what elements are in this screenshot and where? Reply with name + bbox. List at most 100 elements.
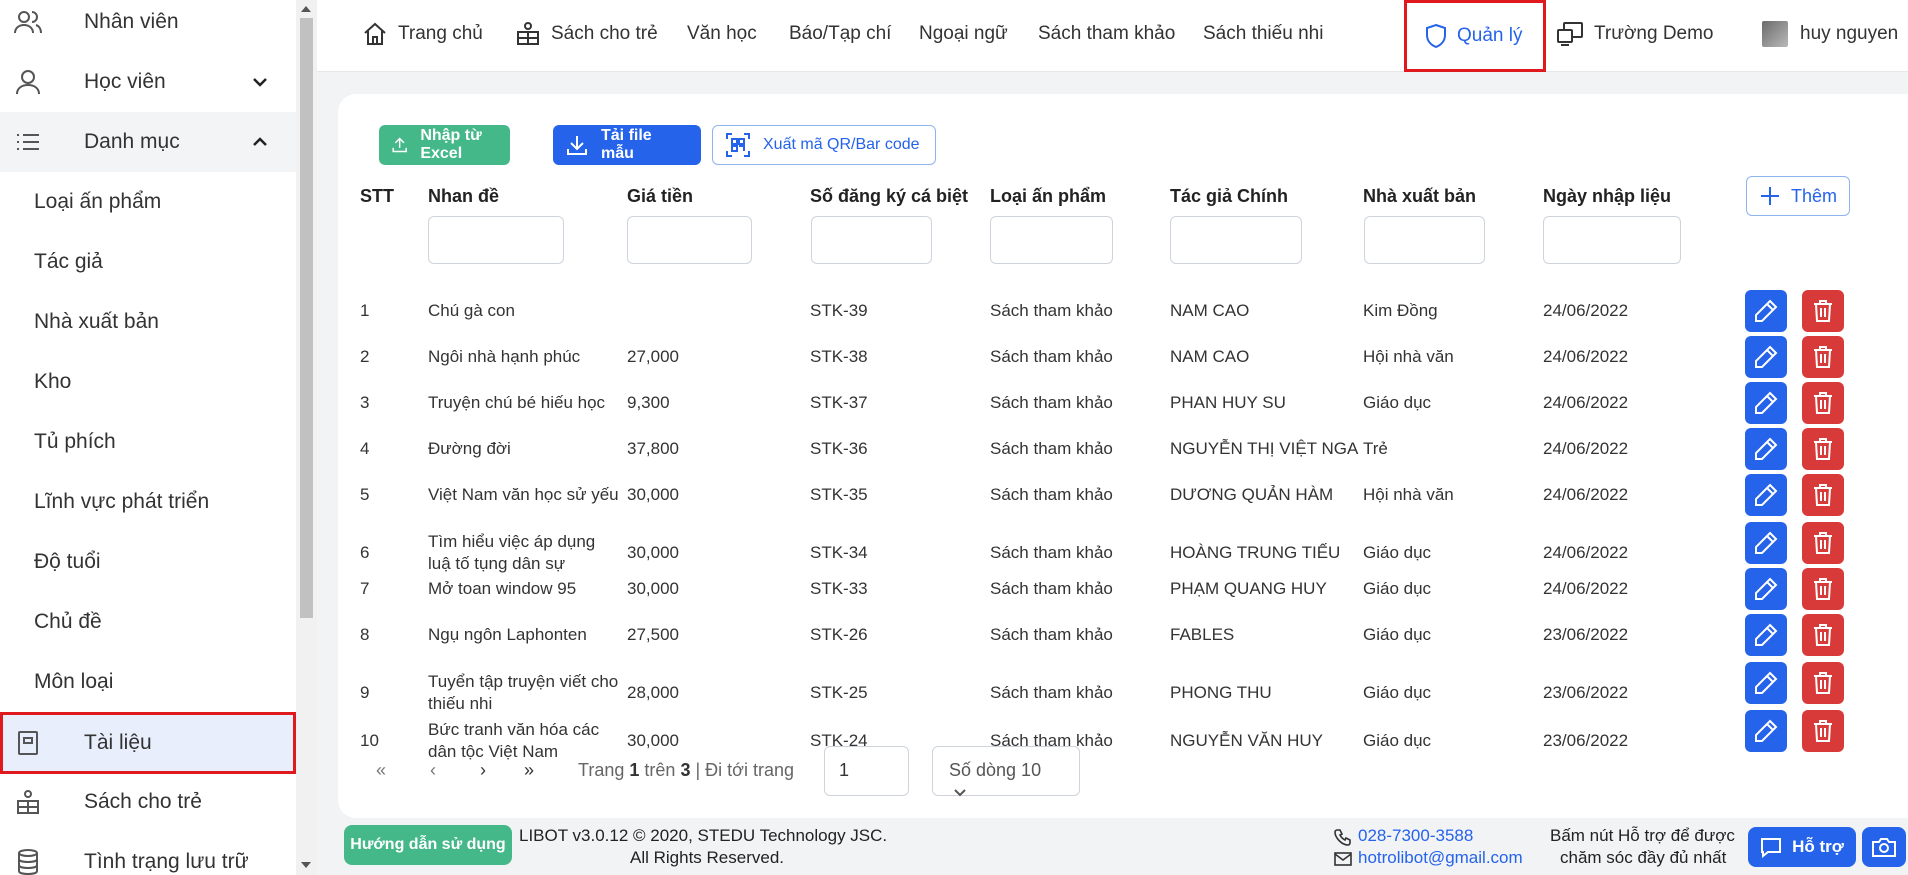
edit-button[interactable] bbox=[1745, 614, 1787, 656]
edit-button[interactable] bbox=[1745, 428, 1787, 470]
edit-button[interactable] bbox=[1745, 568, 1787, 610]
filter-price-input[interactable] bbox=[627, 216, 752, 264]
row-publisher: Kim Đồng bbox=[1363, 301, 1438, 320]
nav-foreign-language[interactable]: Ngoại ngữ bbox=[919, 0, 1008, 68]
nav-reference[interactable]: Sách tham khảo bbox=[1038, 0, 1175, 68]
sidebar-item-kids-books[interactable]: Sách cho trẻ bbox=[0, 772, 296, 832]
nav-home[interactable]: Trang chủ bbox=[362, 0, 483, 68]
rows-per-page-select[interactable]: Số dòng 10 bbox=[932, 746, 1080, 797]
row-publisher: Giáo dục bbox=[1363, 683, 1432, 702]
edit-button[interactable] bbox=[1745, 710, 1787, 752]
delete-button[interactable] bbox=[1802, 474, 1844, 516]
row-stt: 1 bbox=[360, 301, 370, 320]
delete-button[interactable] bbox=[1802, 382, 1844, 424]
sidebar-item-staff[interactable]: Nhân viên bbox=[0, 0, 296, 52]
column-header-author: Tác giả Chính bbox=[1170, 186, 1289, 206]
scroll-up-arrow-icon[interactable] bbox=[301, 6, 311, 12]
row-author: PHAN HUY SU bbox=[1170, 393, 1286, 412]
sidebar-item-students[interactable]: Học viên bbox=[0, 52, 296, 112]
trash-icon bbox=[1814, 624, 1832, 646]
edit-button[interactable] bbox=[1745, 662, 1787, 704]
table-row: 6 30,000 STK-34 Sách tham khảo HOÀNG TRUNG T… bbox=[0, 522, 1908, 577]
database-icon bbox=[14, 848, 42, 875]
total-pages: 3 bbox=[680, 760, 691, 780]
delete-button[interactable] bbox=[1802, 428, 1844, 470]
first-page-icon[interactable]: « bbox=[376, 760, 386, 781]
table-row: 9 28,000 STK-25 Sách tham khảo PHONG THU Giáo… bbox=[0, 662, 1908, 717]
nav-literature[interactable]: Văn học bbox=[687, 0, 757, 68]
nav-newspaper[interactable]: Báo/Tạp chí bbox=[789, 0, 891, 68]
delete-button[interactable] bbox=[1802, 710, 1844, 752]
edit-button[interactable] bbox=[1745, 382, 1787, 424]
prev-page-icon[interactable]: ‹ bbox=[430, 760, 436, 781]
edit-button[interactable] bbox=[1745, 336, 1787, 378]
filter-title-input[interactable] bbox=[428, 216, 564, 264]
table-row: 1 STK-39 Sách tham khảo NAM CAO Kim Đồng 24/0… bbox=[0, 290, 1908, 346]
help-button[interactable]: Hỗ trợ bbox=[1748, 827, 1856, 867]
row-stt: 3 bbox=[360, 393, 370, 412]
chevron-up-icon[interactable] bbox=[250, 132, 270, 152]
chevron-down-icon[interactable] bbox=[250, 72, 270, 92]
sidebar-item-label: Nhân viên bbox=[84, 10, 179, 33]
phone-contact[interactable]: 028-7300-3588 bbox=[1334, 826, 1473, 846]
help-text-2: chăm sóc đầy đủ nhất bbox=[1560, 848, 1727, 867]
row-registration: STK-39 bbox=[810, 301, 868, 320]
filter-entry-date-input[interactable] bbox=[1543, 216, 1681, 264]
delete-button[interactable] bbox=[1802, 568, 1844, 610]
sidebar-item-archive-status[interactable]: Tình trạng lưu trữ bbox=[0, 832, 296, 875]
last-page-icon[interactable]: » bbox=[524, 760, 534, 781]
row-registration: STK-26 bbox=[810, 625, 868, 644]
filter-author-input[interactable] bbox=[1170, 216, 1302, 264]
home-icon bbox=[364, 22, 386, 45]
row-publication-type: Sách tham khảo bbox=[990, 347, 1113, 366]
edit-button[interactable] bbox=[1745, 522, 1787, 564]
filter-publisher-input[interactable] bbox=[1364, 216, 1485, 264]
phone-link[interactable]: 028-7300-3588 bbox=[1358, 826, 1473, 845]
row-title: Ngụ ngôn Laphonten bbox=[428, 625, 587, 644]
email-contact[interactable]: hotrolibot@gmail.com bbox=[1334, 848, 1523, 868]
export-qr-button[interactable]: Xuất mã QR/Bar code bbox=[712, 125, 936, 165]
copyright-line-2: All Rights Reserved. bbox=[630, 848, 785, 867]
button-label: Tải file mẫu bbox=[601, 127, 652, 162]
next-page-icon[interactable]: › bbox=[480, 760, 486, 781]
import-excel-button[interactable]: Nhập từ Excel bbox=[379, 125, 510, 165]
shield-icon bbox=[1426, 23, 1446, 49]
column-header-publisher: Nhà xuất bản bbox=[1363, 186, 1477, 206]
edit-button[interactable] bbox=[1745, 290, 1787, 332]
sidebar-item-authors[interactable]: Tác giả bbox=[0, 232, 296, 292]
row-publisher: Giáo dục bbox=[1363, 543, 1432, 562]
user-guide-button[interactable]: Hướng dẫn sử dụng bbox=[344, 825, 512, 865]
row-registration: STK-37 bbox=[810, 393, 868, 412]
delete-button[interactable] bbox=[1802, 290, 1844, 332]
row-author: NGUYỄN VĂN HUY bbox=[1170, 731, 1324, 750]
row-title-line-2: luậ tố tụng dân sự bbox=[428, 554, 566, 573]
user-menu[interactable]: huy nguyen bbox=[1762, 0, 1898, 68]
delete-button[interactable] bbox=[1802, 614, 1844, 656]
delete-button[interactable] bbox=[1802, 336, 1844, 378]
sidebar-item-label: Học viên bbox=[84, 70, 166, 93]
row-registration: STK-34 bbox=[810, 543, 868, 562]
screenshot-button[interactable] bbox=[1862, 827, 1906, 867]
filter-registration-input[interactable] bbox=[811, 216, 932, 264]
delete-button[interactable] bbox=[1802, 662, 1844, 704]
nav-manage[interactable]: Quản lý bbox=[1404, 0, 1546, 72]
nav-school[interactable]: Trường Demo bbox=[1556, 0, 1714, 68]
row-stt: 9 bbox=[360, 683, 370, 702]
nav-children[interactable]: Sách thiếu nhi bbox=[1203, 0, 1323, 68]
scroll-down-arrow-icon[interactable] bbox=[301, 862, 311, 868]
plus-icon bbox=[1760, 187, 1779, 205]
add-button[interactable]: Thêm bbox=[1746, 176, 1850, 216]
nav-label: Sách tham khảo bbox=[1038, 23, 1176, 44]
edit-button[interactable] bbox=[1745, 474, 1787, 516]
download-template-button[interactable]: Tải file mẫu bbox=[553, 125, 701, 165]
goto-page-input[interactable]: 1 bbox=[824, 746, 909, 796]
row-registration: STK-33 bbox=[810, 579, 868, 598]
filter-publication-type-input[interactable] bbox=[990, 216, 1113, 264]
column-header-entry-date: Ngày nhập liệu bbox=[1543, 186, 1672, 206]
row-title: Tuyển tập truyện viết cho bbox=[428, 672, 619, 691]
sidebar-item-publication-type[interactable]: Loại ấn phẩm bbox=[0, 172, 296, 232]
nav-kids-books[interactable]: Sách cho trẻ bbox=[515, 0, 658, 68]
sidebar-item-categories[interactable]: Danh mục bbox=[0, 112, 296, 172]
delete-button[interactable] bbox=[1802, 522, 1844, 564]
email-link[interactable]: hotrolibot@gmail.com bbox=[1358, 848, 1523, 867]
